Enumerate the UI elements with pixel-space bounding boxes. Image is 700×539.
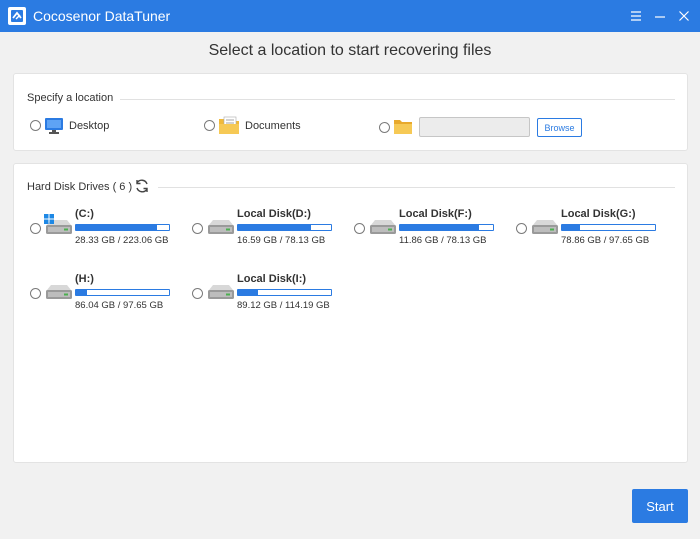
menu-icon[interactable] (628, 8, 644, 24)
drive-name: (H:) (75, 273, 94, 285)
drive-size: 89.12 GB / 114.19 GB (237, 300, 330, 311)
drive-usage-fill (76, 225, 157, 230)
hard-drive-icon (208, 285, 234, 299)
drive-item[interactable]: (H:) 86.04 GB / 97.65 GB (30, 272, 180, 322)
folder-icon (394, 120, 412, 134)
drive-radio[interactable] (354, 223, 365, 234)
location-panel: Specify a location Desktop Documents Bro… (13, 73, 688, 151)
drive-name: Local Disk(I:) (237, 273, 307, 285)
drive-usage-bar (237, 224, 332, 231)
drives-section-label: Hard Disk Drives ( 6 ) (27, 181, 133, 193)
drive-radio[interactable] (192, 223, 203, 234)
documents-radio[interactable] (204, 120, 215, 131)
drive-name: Local Disk(D:) (237, 208, 311, 220)
drive-usage-fill (400, 225, 480, 230)
drive-usage-fill (76, 290, 88, 295)
location-divider (120, 99, 675, 100)
refresh-icon[interactable] (134, 178, 150, 194)
windows-logo-icon (44, 214, 54, 224)
drive-usage-fill (562, 225, 580, 230)
drive-size: 78.86 GB / 97.65 GB (561, 235, 650, 246)
drive-radio[interactable] (30, 223, 41, 234)
drive-item[interactable]: Local Disk(I:) 89.12 GB / 114.19 GB (192, 272, 342, 322)
desktop-icon (45, 118, 63, 134)
drive-usage-bar (399, 224, 494, 231)
documents-label: Documents (245, 120, 301, 132)
drive-size: 16.59 GB / 78.13 GB (237, 235, 326, 246)
app-title: Cocosenor DataTuner (33, 8, 171, 24)
minimize-icon[interactable] (652, 8, 668, 24)
drives-divider (158, 187, 675, 188)
location-section-label: Specify a location (27, 92, 114, 104)
drive-size: 86.04 GB / 97.65 GB (75, 300, 164, 311)
app-logo-icon (8, 7, 26, 25)
drives-panel: Hard Disk Drives ( 6 ) (C:) 28.33 GB / 22… (13, 163, 688, 463)
drive-size: 28.33 GB / 223.06 GB (75, 235, 169, 246)
hard-drive-icon (370, 220, 396, 234)
drive-name: Local Disk(F:) (399, 208, 472, 220)
drive-size: 11.86 GB / 78.13 GB (399, 235, 487, 246)
desktop-label: Desktop (69, 120, 110, 132)
drive-usage-bar (75, 224, 170, 231)
drive-item[interactable]: (C:) 28.33 GB / 223.06 GB (30, 207, 180, 257)
drive-usage-fill (238, 225, 312, 230)
desktop-radio[interactable] (30, 120, 41, 131)
hard-drive-icon (532, 220, 558, 234)
drive-usage-fill (238, 290, 259, 295)
drive-radio[interactable] (30, 288, 41, 299)
drive-usage-bar (237, 289, 332, 296)
page-heading: Select a location to start recovering fi… (208, 42, 492, 59)
hard-drive-icon (46, 285, 72, 299)
drive-name: Local Disk(G:) (561, 208, 636, 220)
close-icon[interactable] (676, 8, 692, 24)
drive-usage-bar (75, 289, 170, 296)
path-input[interactable] (419, 117, 530, 137)
drive-name: (C:) (75, 208, 94, 220)
drive-usage-bar (561, 224, 656, 231)
documents-icon (219, 116, 239, 134)
drive-radio[interactable] (192, 288, 203, 299)
browse-button[interactable]: Browse (537, 118, 582, 137)
title-bar: Cocosenor DataTuner (0, 0, 700, 32)
hard-drive-icon (208, 220, 234, 234)
drive-radio[interactable] (516, 223, 527, 234)
custom-path-radio[interactable] (379, 122, 390, 133)
drive-item[interactable]: Local Disk(G:) 78.86 GB / 97.65 GB (516, 207, 666, 257)
start-button[interactable]: Start (632, 489, 688, 523)
drive-item[interactable]: Local Disk(D:) 16.59 GB / 78.13 GB (192, 207, 342, 257)
drive-item[interactable]: Local Disk(F:) 11.86 GB / 78.13 GB (354, 207, 504, 257)
